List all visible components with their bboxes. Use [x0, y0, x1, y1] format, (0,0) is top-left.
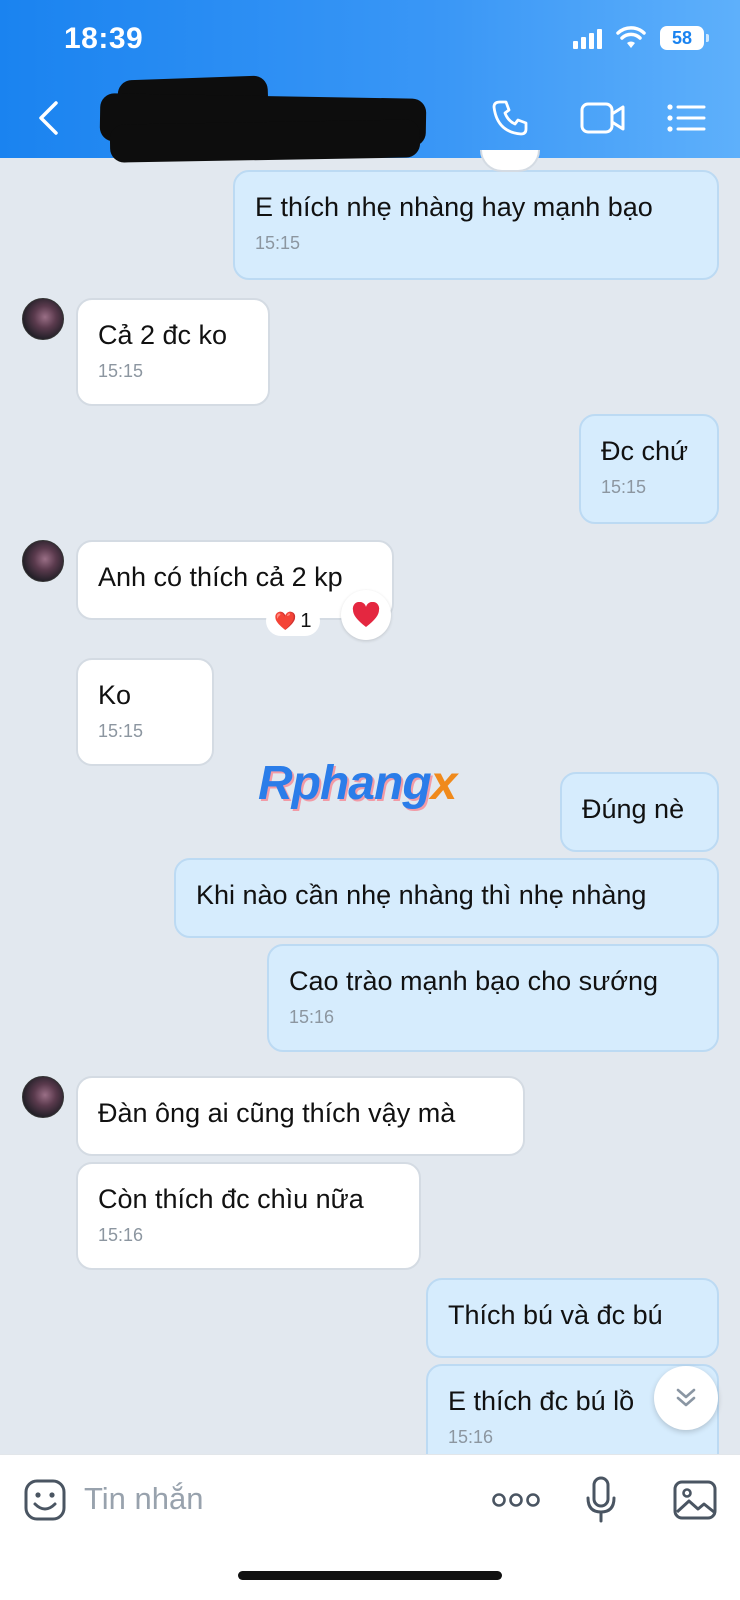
- react-button[interactable]: [341, 590, 391, 640]
- microphone-icon: [586, 1476, 616, 1523]
- contact-avatar[interactable]: [22, 298, 64, 340]
- video-call-button[interactable]: [578, 96, 628, 140]
- heart-icon: [352, 602, 380, 627]
- message-time: 15:15: [98, 361, 144, 381]
- message-text: E thích đc bú lồ: [448, 1386, 635, 1416]
- sticker-icon: [24, 1479, 66, 1521]
- status-icons: 58: [573, 26, 709, 50]
- call-button[interactable]: [488, 96, 532, 140]
- message-time: 15:16: [289, 1007, 335, 1027]
- message-bubble-outgoing[interactable]: Thích bú và đc bú: [426, 1278, 719, 1358]
- home-indicator: [238, 1571, 502, 1580]
- back-icon: [39, 101, 58, 135]
- more-icon: [492, 1493, 540, 1507]
- message-bubble-incoming[interactable]: Đàn ông ai cũng thích vậy mà: [76, 1076, 525, 1156]
- image-icon: [673, 1480, 717, 1520]
- image-picker-button[interactable]: [670, 1475, 720, 1525]
- message-bubble-outgoing[interactable]: Khi nào cần nhẹ nhàng thì nhẹ nhàng: [174, 858, 719, 938]
- message-text: Anh có thích cả 2 kp: [98, 562, 343, 592]
- status-time: 18:39: [64, 22, 144, 55]
- double-chevron-down-icon: [676, 1388, 696, 1407]
- reaction-summary[interactable]: ❤️ 1: [266, 606, 320, 636]
- message-text: Cao trào mạnh bạo cho sướng: [289, 966, 658, 996]
- message-bubble-outgoing[interactable]: Cao trào mạnh bạo cho sướng 15:16: [267, 944, 719, 1052]
- more-options-button[interactable]: [490, 1475, 542, 1525]
- message-text: Đc chứ: [601, 436, 689, 466]
- phone-icon: [492, 100, 528, 136]
- message-text: Khi nào cần nhẹ nhàng thì nhẹ nhàng: [196, 880, 647, 910]
- message-bubble-incoming[interactable]: Ko 15:15: [76, 658, 214, 766]
- message-text: Đàn ông ai cũng thích vậy mà: [98, 1098, 456, 1128]
- message-bubble-incoming[interactable]: Còn thích đc chìu nữa 15:16: [76, 1162, 421, 1270]
- message-bubble-outgoing[interactable]: E thích nhẹ nhàng hay mạnh bạo 15:15: [233, 170, 719, 280]
- message-bubble-outgoing[interactable]: Đúng nè: [560, 772, 719, 852]
- watermark-logo: Rphangx: [258, 757, 457, 810]
- chat-header: 18:39 58: [0, 0, 740, 163]
- reaction-count: 1: [300, 609, 312, 632]
- message-text: Ko: [98, 680, 132, 710]
- heart-icon: ❤️: [274, 610, 297, 631]
- message-bubble-outgoing[interactable]: Đc chứ 15:15: [579, 414, 719, 524]
- message-input-bar: Tin nhắn: [0, 1454, 740, 1600]
- battery-indicator: 58: [660, 26, 709, 50]
- message-text: Đúng nè: [582, 794, 685, 824]
- message-list[interactable]: E thích nhẹ nhàng hay mạnh bạo 15:15 Cả …: [0, 158, 740, 1458]
- message-text: Thích bú và đc bú: [448, 1300, 663, 1330]
- message-time: 15:15: [255, 233, 301, 253]
- voice-record-button[interactable]: [578, 1475, 624, 1525]
- video-call-icon: [580, 102, 625, 134]
- redacted-contact-name: [99, 75, 430, 164]
- message-text: E thích nhẹ nhàng hay mạnh bạo: [255, 192, 653, 222]
- message-text: Còn thích đc chìu nữa: [98, 1184, 364, 1214]
- signal-icon: [573, 27, 602, 49]
- message-bubble-incoming[interactable]: Cả 2 đc ko 15:15: [76, 298, 270, 406]
- back-button[interactable]: [36, 96, 72, 140]
- message-time: 15:16: [448, 1427, 494, 1447]
- wifi-icon: [616, 26, 646, 48]
- menu-list-icon: [667, 104, 706, 132]
- contact-avatar[interactable]: [22, 1076, 64, 1118]
- message-time: 15:16: [98, 1225, 144, 1245]
- message-input[interactable]: Tin nhắn: [84, 1481, 204, 1517]
- message-time: 15:15: [98, 721, 144, 741]
- contact-avatar[interactable]: [22, 540, 64, 582]
- message-text: Cả 2 đc ko: [98, 320, 228, 350]
- sticker-button[interactable]: [20, 1475, 70, 1525]
- scroll-to-bottom-button[interactable]: [654, 1366, 718, 1430]
- message-time: 15:15: [601, 477, 647, 497]
- chat-menu-button[interactable]: [664, 96, 708, 140]
